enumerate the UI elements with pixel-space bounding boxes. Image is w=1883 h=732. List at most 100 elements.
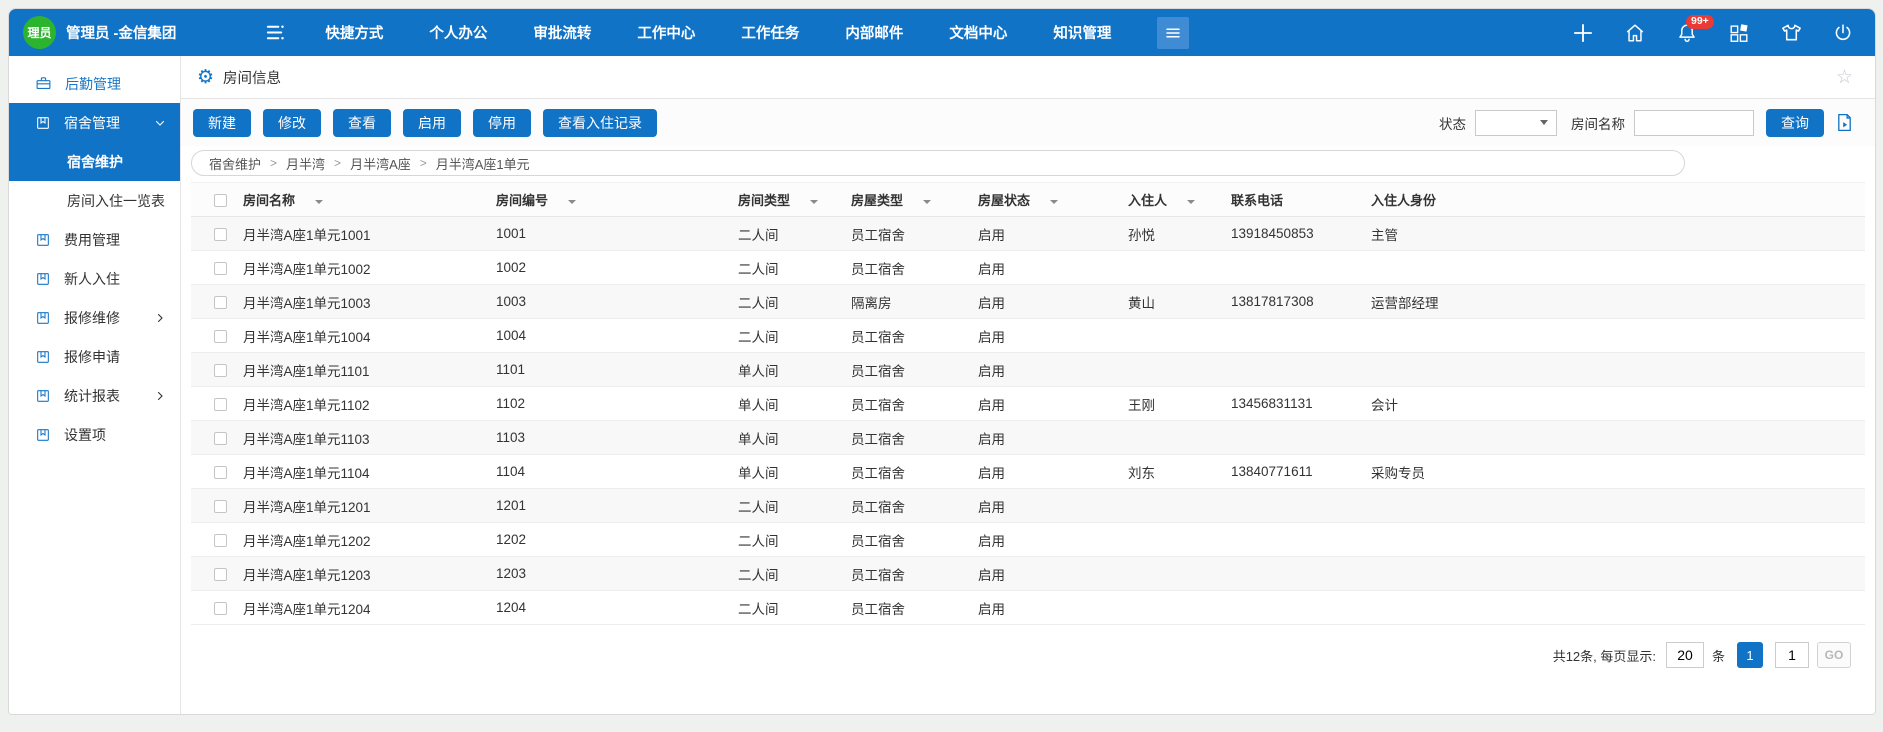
row-checkbox[interactable]	[214, 568, 227, 581]
home-button[interactable]	[1621, 19, 1649, 47]
row-checkbox[interactable]	[214, 228, 227, 241]
status-label: 状态	[1439, 113, 1466, 133]
logout-button[interactable]	[1829, 19, 1857, 47]
table-wrap: 房间名称房间编号房间类型房屋类型房屋状态入住人联系电话入住人身份 月半湾A座1单…	[181, 182, 1875, 625]
column-header-room-number[interactable]: 房间编号	[484, 183, 726, 217]
row-checkbox[interactable]	[214, 466, 227, 479]
menu-collapse-button[interactable]	[264, 21, 287, 44]
row-checkbox[interactable]	[214, 330, 227, 343]
go-button[interactable]: GO	[1817, 642, 1851, 668]
sidebar-item-6[interactable]: 新人入住	[9, 259, 180, 298]
sidebar-item-10[interactable]: 设置项	[9, 415, 180, 454]
enable-button[interactable]: 启用	[403, 109, 461, 137]
page-size-input[interactable]	[1666, 642, 1704, 668]
breadcrumb-item-2[interactable]: 月半湾	[286, 154, 325, 173]
sidebar-item-8[interactable]: 报修申请	[9, 337, 180, 376]
column-header-house-type[interactable]: 房屋类型	[839, 183, 966, 217]
cell-room-type: 二人间	[726, 251, 839, 285]
row-checkbox[interactable]	[214, 602, 227, 615]
sidebar-item-1[interactable]: 后勤管理	[9, 64, 180, 103]
sidebar-item-5[interactable]: 费用管理	[9, 220, 180, 259]
table-row-8[interactable]: 月半湾A座1单元11041104单人间员工宿舍启用刘东13840771611采购…	[191, 455, 1865, 489]
notifications-button[interactable]: 99+	[1673, 19, 1701, 47]
row-checkbox[interactable]	[214, 364, 227, 377]
goto-page-input[interactable]	[1775, 642, 1809, 668]
breadcrumb-item-3[interactable]: 月半湾A座	[350, 154, 411, 173]
nav-item-7[interactable]: 文档中心	[949, 22, 1007, 43]
view-checkin-records-button[interactable]: 查看入住记录	[543, 109, 657, 137]
row-checkbox[interactable]	[214, 500, 227, 513]
new-button[interactable]: 新建	[193, 109, 251, 137]
nav-item-1[interactable]: 快捷方式	[325, 22, 383, 43]
column-header-room-name[interactable]: 房间名称	[231, 183, 484, 217]
cell-house-type: 员工宿舍	[839, 455, 966, 489]
column-header-occupant[interactable]: 入住人	[1116, 183, 1219, 217]
breadcrumb-item-1[interactable]: 宿舍维护	[209, 154, 261, 173]
cell-phone	[1219, 523, 1359, 557]
doc-icon	[35, 427, 51, 443]
apps-button[interactable]	[1725, 19, 1753, 47]
add-shortcut-button[interactable]	[1569, 19, 1597, 47]
favorite-star-icon[interactable]: ☆	[1836, 68, 1853, 87]
breadcrumb-separator: >	[270, 156, 277, 170]
cell-house-type: 员工宿舍	[839, 421, 966, 455]
row-checkbox[interactable]	[214, 534, 227, 547]
row-checkbox-cell	[191, 251, 231, 285]
row-checkbox[interactable]	[214, 432, 227, 445]
column-header-label: 房屋状态	[978, 193, 1030, 208]
cell-room-name: 月半湾A座1单元1102	[231, 387, 484, 421]
row-checkbox[interactable]	[214, 296, 227, 309]
nav-item-2[interactable]: 个人办公	[429, 22, 487, 43]
row-checkbox[interactable]	[214, 262, 227, 275]
table-row-4[interactable]: 月半湾A座1单元10041004二人间员工宿舍启用	[191, 319, 1865, 353]
nav-item-3[interactable]: 审批流转	[533, 22, 591, 43]
doc-icon	[35, 388, 51, 404]
status-select[interactable]	[1475, 110, 1557, 136]
cell-phone: 13817817308	[1219, 285, 1359, 319]
nav-item-8[interactable]: 知识管理	[1053, 22, 1111, 43]
table-row-6[interactable]: 月半湾A座1单元11021102单人间员工宿舍启用王刚13456831131会计	[191, 387, 1865, 421]
avatar[interactable]: 理员	[23, 16, 56, 49]
table-row-7[interactable]: 月半湾A座1单元11031103单人间员工宿舍启用	[191, 421, 1865, 455]
sidebar-item-4[interactable]: 房间入住一览表	[9, 181, 180, 220]
edit-button[interactable]: 修改	[263, 109, 321, 137]
nav-more-button[interactable]	[1157, 17, 1189, 49]
sidebar-item-2[interactable]: 宿舍管理	[9, 103, 180, 142]
cell-occupant	[1116, 251, 1219, 285]
table-row-3[interactable]: 月半湾A座1单元10031003二人间隔离房启用黄山13817817308运营部…	[191, 285, 1865, 319]
sidebar-item-3[interactable]: 宿舍维护	[9, 142, 180, 181]
cell-phone	[1219, 557, 1359, 591]
cell-phone	[1219, 353, 1359, 387]
nav-item-4[interactable]: 工作中心	[637, 22, 695, 43]
table-row-9[interactable]: 月半湾A座1单元12011201二人间员工宿舍启用	[191, 489, 1865, 523]
room-name-input[interactable]	[1634, 110, 1754, 136]
column-header-label: 入住人	[1128, 193, 1167, 208]
export-button[interactable]	[1834, 112, 1855, 133]
cell-phone	[1219, 489, 1359, 523]
doc-icon	[35, 310, 51, 326]
view-button[interactable]: 查看	[333, 109, 391, 137]
theme-button[interactable]	[1777, 19, 1805, 47]
sidebar-item-7[interactable]: 报修维修	[9, 298, 180, 337]
table-row-1[interactable]: 月半湾A座1单元10011001二人间员工宿舍启用孙悦13918450853主管	[191, 217, 1865, 251]
breadcrumb-item-4[interactable]: 月半湾A座1单元	[436, 154, 530, 173]
table-row-11[interactable]: 月半湾A座1单元12031203二人间员工宿舍启用	[191, 557, 1865, 591]
sidebar-item-label: 后勤管理	[65, 74, 121, 94]
cell-occupant-identity: 采购专员	[1359, 455, 1865, 489]
nav-item-6[interactable]: 内部邮件	[845, 22, 903, 43]
column-header-house-status[interactable]: 房屋状态	[966, 183, 1116, 217]
table-row-5[interactable]: 月半湾A座1单元11011101单人间员工宿舍启用	[191, 353, 1865, 387]
table-row-10[interactable]: 月半湾A座1单元12021202二人间员工宿舍启用	[191, 523, 1865, 557]
plus-icon	[1570, 20, 1596, 46]
row-checkbox[interactable]	[214, 398, 227, 411]
select-all-checkbox[interactable]	[214, 194, 227, 207]
current-page-button[interactable]: 1	[1737, 642, 1763, 668]
column-header-room-type[interactable]: 房间类型	[726, 183, 839, 217]
nav-item-5[interactable]: 工作任务	[741, 22, 799, 43]
disable-button[interactable]: 停用	[473, 109, 531, 137]
table-row-12[interactable]: 月半湾A座1单元12041204二人间员工宿舍启用	[191, 591, 1865, 625]
sidebar-item-9[interactable]: 统计报表	[9, 376, 180, 415]
cell-house-type: 员工宿舍	[839, 557, 966, 591]
table-row-2[interactable]: 月半湾A座1单元10021002二人间员工宿舍启用	[191, 251, 1865, 285]
search-button[interactable]: 查询	[1766, 109, 1824, 137]
